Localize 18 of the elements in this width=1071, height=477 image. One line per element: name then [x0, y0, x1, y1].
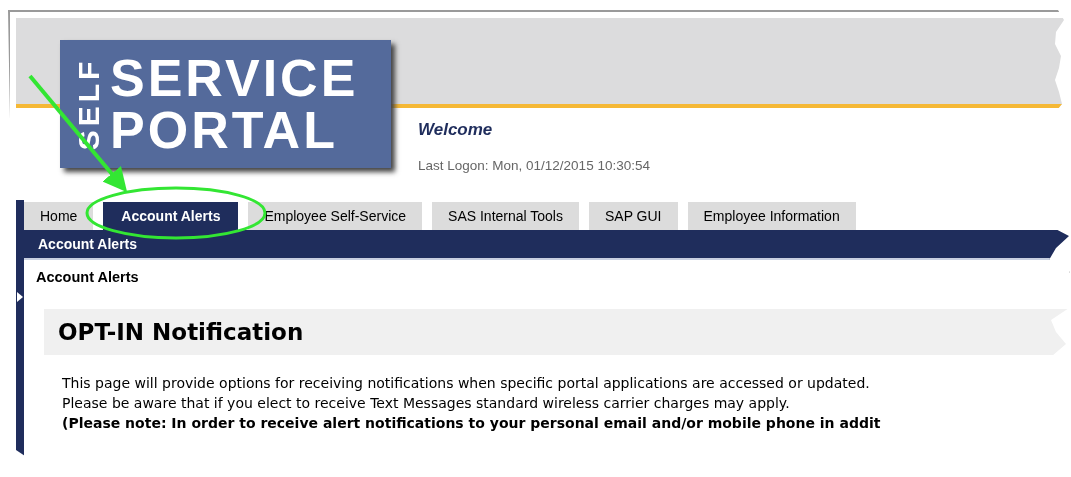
- nav-tab[interactable]: SAS Internal Tools: [432, 202, 579, 230]
- body-text: Please be aware that if you elect to receive Text Messages standard wireless carrier charges may apply.: [62, 394, 791, 413]
- logo-text: SERVICE: [110, 52, 359, 104]
- nav-tab[interactable]: SAP GUI: [588, 202, 678, 230]
- nav-tab[interactable]: Employee Self-Service: [248, 202, 423, 230]
- page-heading: OPT-IN Notification: [44, 309, 1069, 355]
- nav-tab[interactable]: Employee Information: [687, 202, 856, 230]
- expand-icon[interactable]: [17, 292, 23, 302]
- welcome-text: Welcome: [418, 120, 493, 140]
- logo-text: PORTAL: [110, 104, 339, 156]
- breadcrumb: Account Alerts: [36, 269, 140, 287]
- last-logon-text: Last Logon: Mon, 01/12/2015 10:30:54: [418, 158, 650, 173]
- subnav-bar[interactable]: Account Alerts: [24, 230, 1069, 260]
- nav-tab[interactable]: Home: [24, 202, 94, 230]
- nav-tab[interactable]: Account Alerts: [103, 202, 239, 230]
- logo-text: SELF: [72, 57, 106, 151]
- body-text: This page will provide options for receiving notifications when specific portal applications are accessed or updated.: [62, 374, 871, 393]
- note-text: (Please note: In order to receive alert notifications to your personal email and/or mobile phone in addit: [62, 414, 882, 433]
